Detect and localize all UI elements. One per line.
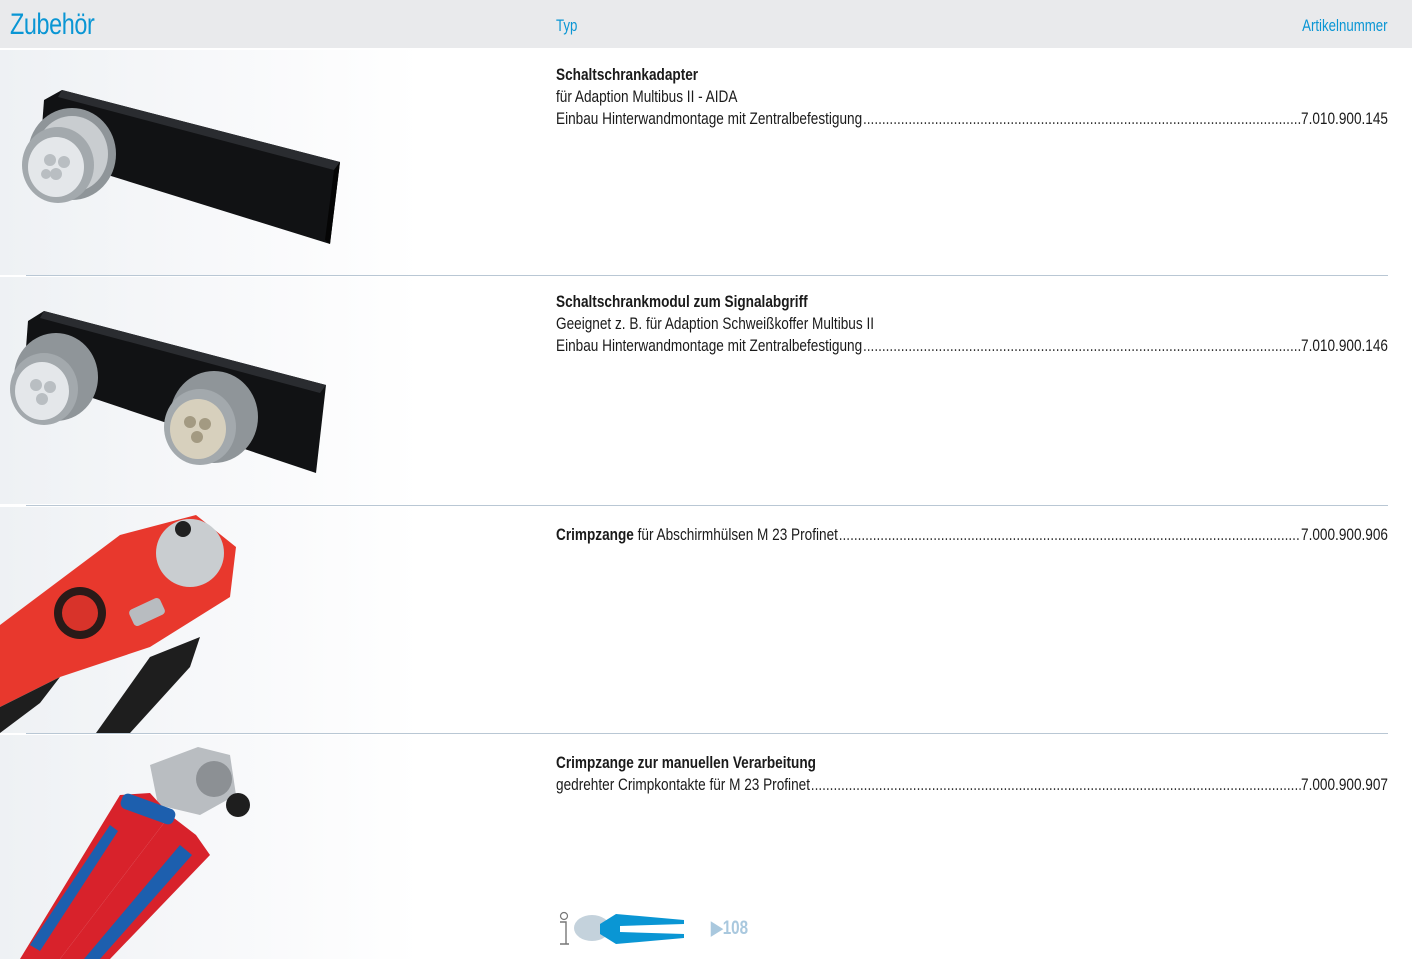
product-name: Crimpzange zur manuellen Verarbeitung [556, 753, 816, 772]
product-detail: für Adaption Multibus II - AIDA [556, 87, 738, 106]
article-number: 7.010.900.146 [1301, 336, 1388, 355]
info-reference-graphic [556, 910, 796, 950]
crimping-pliers-red-image [0, 507, 420, 733]
column-header-artikelnummer: Artikelnummer [1302, 16, 1388, 35]
dot-leader [838, 524, 1301, 546]
dot-leader [862, 335, 1301, 357]
row-divider [26, 733, 1388, 734]
article-number: 7.010.900.145 [1301, 109, 1388, 128]
article-number: 7.000.900.907 [1301, 775, 1388, 794]
product-description: Schaltschrankadapter für Adaption Multib… [556, 64, 1388, 130]
product-detail: Geeignet z. B. für Adaption Schweißkoffe… [556, 314, 874, 333]
product-name: Schaltschrankmodul zum Signalabgriff [556, 292, 808, 311]
crimping-pliers-manual-image [0, 735, 420, 959]
row-divider [26, 505, 1388, 506]
page-title: Zubehör [10, 8, 95, 41]
product-description: Crimpzange für Abschirmhülsen M 23 Profi… [556, 524, 1388, 546]
product-name: Crimpzange [556, 525, 634, 544]
product-detail: gedrehter Crimpkontakte für M 23 Profine… [556, 775, 810, 794]
page-header: Zubehör Typ Artikelnummer [0, 0, 1412, 48]
product-order-line: Crimpzange für Abschirmhülsen M 23 Profi… [556, 524, 1388, 546]
control-cabinet-adapter-image [0, 50, 420, 275]
product-order-line: Einbau Hinterwandmontage mit Zentralbefe… [556, 108, 1388, 130]
product-order-line: Einbau Hinterwandmontage mit Zentralbefe… [556, 335, 1388, 357]
page-reference-link[interactable]: ▶108 [711, 917, 748, 940]
dot-leader [862, 108, 1301, 130]
product-detail: Einbau Hinterwandmontage mit Zentralbefe… [556, 109, 863, 128]
row-divider [26, 275, 1388, 276]
product-name: Schaltschrankadapter [556, 65, 699, 84]
product-order-line: gedrehter Crimpkontakte für M 23 Profine… [556, 774, 1388, 796]
control-cabinet-module-image [0, 277, 420, 504]
article-number: 7.000.900.906 [1301, 525, 1388, 544]
product-description: Schaltschrankmodul zum Signalabgriff Gee… [556, 291, 1388, 357]
product-description: Crimpzange zur manuellen Verarbeitung ge… [556, 752, 1388, 796]
product-detail: Einbau Hinterwandmontage mit Zentralbefe… [556, 336, 863, 355]
info-icon [559, 911, 684, 945]
column-header-typ: Typ [556, 16, 578, 35]
dot-leader [810, 774, 1301, 796]
product-detail: für Abschirmhülsen M 23 Profinet [633, 525, 838, 544]
